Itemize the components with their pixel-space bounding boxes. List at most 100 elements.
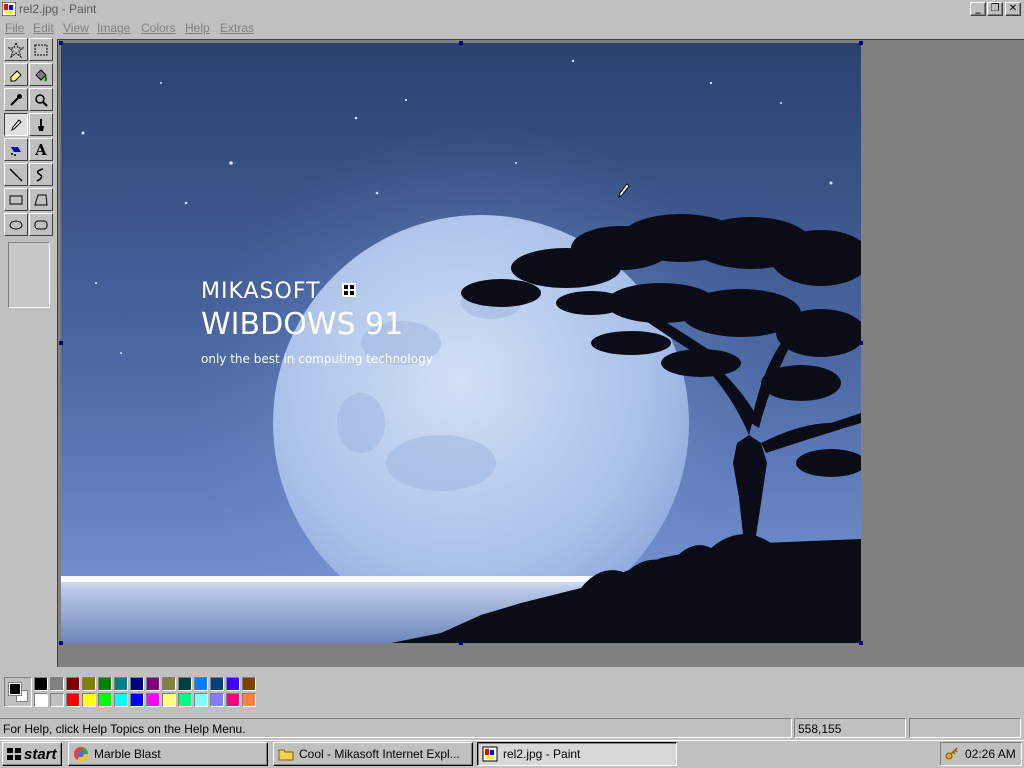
taskbar-button-label: Cool - Mikasoft Internet Expl...: [299, 747, 460, 761]
resize-handle-top-right: [859, 41, 863, 45]
palette-swatch[interactable]: [34, 677, 48, 691]
palette-swatch[interactable]: [210, 693, 224, 707]
status-selection-size: [909, 718, 1021, 738]
menu-view[interactable]: View: [63, 21, 89, 35]
taskbar-button-label: Marble Blast: [94, 747, 161, 761]
airbrush-icon: [11, 146, 21, 156]
resize-handle-left: [59, 341, 63, 345]
tool-fill[interactable]: [29, 63, 53, 86]
menu-extras[interactable]: Extras: [220, 21, 254, 35]
marble-icon: [74, 747, 89, 762]
system-tray: 02:26 AM: [940, 742, 1022, 766]
palette-swatch[interactable]: [194, 693, 208, 707]
night-scene-picture: [61, 43, 861, 643]
folder-icon: [278, 749, 294, 761]
canvas-image[interactable]: MIKASOFT WIBDOWS 91 only the best in com…: [61, 43, 861, 643]
palette-swatch[interactable]: [114, 677, 128, 691]
pencil-cursor-icon: [618, 183, 630, 199]
start-button[interactable]: start: [2, 742, 62, 766]
palette-swatch[interactable]: [178, 693, 192, 707]
tool-curve[interactable]: [29, 163, 53, 186]
status-coordinates: 558,155: [794, 718, 906, 738]
palette-swatch[interactable]: [66, 693, 80, 707]
window-title: rel2.jpg - Paint: [19, 2, 97, 16]
taskbar-button-label: rel2.jpg - Paint: [503, 747, 581, 761]
foreground-color-swatch: [8, 682, 22, 696]
palette-swatch[interactable]: [114, 693, 128, 707]
paint-icon: [482, 746, 498, 762]
tool-options-box[interactable]: [8, 242, 50, 308]
flag-logo-icon: [342, 283, 356, 297]
tool-eraser[interactable]: [4, 63, 28, 86]
tool-magnifier[interactable]: [29, 88, 53, 111]
resize-handle-top-left: [59, 41, 63, 45]
menu-bar: File Edit View Image Colors Help Extras: [0, 18, 1024, 38]
tool-rectangle[interactable]: [4, 188, 28, 211]
palette-swatch[interactable]: [146, 693, 160, 707]
tool-box: A: [1, 38, 55, 668]
taskbar-button-internet-explorer[interactable]: Cool - Mikasoft Internet Expl...: [273, 742, 473, 766]
palette-swatch[interactable]: [50, 693, 64, 707]
curve-icon: [36, 167, 44, 182]
tool-line[interactable]: [4, 163, 28, 186]
current-colors-indicator[interactable]: [4, 677, 32, 707]
tool-brush[interactable]: [29, 113, 53, 136]
palette-swatch[interactable]: [178, 677, 192, 691]
tool-text[interactable]: A: [29, 138, 53, 161]
brush-icon: [38, 118, 44, 131]
menu-image[interactable]: Image: [97, 21, 130, 35]
palette-swatch[interactable]: [194, 677, 208, 691]
palette-swatch[interactable]: [98, 677, 112, 691]
menu-edit[interactable]: Edit: [33, 21, 54, 35]
palette-swatch[interactable]: [162, 693, 176, 707]
palette-swatch[interactable]: [210, 677, 224, 691]
palette-swatch[interactable]: [82, 693, 96, 707]
palette-swatch[interactable]: [130, 677, 144, 691]
palette-swatch[interactable]: [242, 693, 256, 707]
menu-help[interactable]: Help: [185, 21, 210, 35]
key-icon[interactable]: [945, 747, 959, 761]
polygon-icon: [34, 194, 48, 205]
menu-colors[interactable]: Colors: [141, 21, 176, 35]
tool-pencil[interactable]: [4, 113, 28, 136]
tool-select[interactable]: [29, 38, 53, 61]
tool-rounded-rectangle[interactable]: [29, 213, 53, 236]
resize-handle-bottom[interactable]: [459, 641, 463, 645]
palette-swatch[interactable]: [162, 677, 176, 691]
palette-swatch[interactable]: [226, 677, 240, 691]
rounded-rect-icon: [34, 220, 48, 229]
paint-app-icon[interactable]: [2, 2, 16, 16]
brand-text: MIKASOFT: [201, 279, 321, 304]
clock[interactable]: 02:26 AM: [965, 747, 1016, 761]
palette-swatch[interactable]: [130, 693, 144, 707]
palette-swatch[interactable]: [82, 677, 96, 691]
close-button[interactable]: ✕: [1005, 2, 1021, 16]
taskbar-button-paint[interactable]: rel2.jpg - Paint: [477, 742, 677, 766]
star-select-icon: [8, 41, 24, 58]
menu-file[interactable]: File: [5, 21, 24, 35]
resize-handle-top: [459, 41, 463, 45]
pencil-icon: [11, 118, 22, 131]
product-text: WIBDOWS 91: [201, 307, 404, 342]
rect-select-icon: [34, 44, 48, 55]
tool-polygon[interactable]: [29, 188, 53, 211]
resize-handle-right[interactable]: [859, 341, 863, 345]
restore-button[interactable]: ❐: [987, 2, 1003, 16]
taskbar-button-marble-blast[interactable]: Marble Blast: [68, 742, 268, 766]
palette-swatch[interactable]: [242, 677, 256, 691]
palette-swatch[interactable]: [98, 693, 112, 707]
palette-swatch[interactable]: [146, 677, 160, 691]
title-bar: rel2.jpg - Paint _ ❐ ✕: [0, 0, 1024, 18]
palette-swatch[interactable]: [50, 677, 64, 691]
palette-swatch[interactable]: [66, 677, 80, 691]
minimize-button[interactable]: _: [970, 2, 986, 16]
tool-ellipse[interactable]: [4, 213, 28, 236]
resize-handle-bottom-right[interactable]: [859, 641, 863, 645]
palette-swatch[interactable]: [34, 693, 48, 707]
color-box: [0, 668, 1024, 716]
tool-free-form-select[interactable]: [4, 38, 28, 61]
tool-pick-color[interactable]: [4, 88, 28, 111]
palette-swatch[interactable]: [226, 693, 240, 707]
tool-airbrush[interactable]: [4, 138, 28, 161]
eyedropper-icon: [10, 93, 22, 106]
